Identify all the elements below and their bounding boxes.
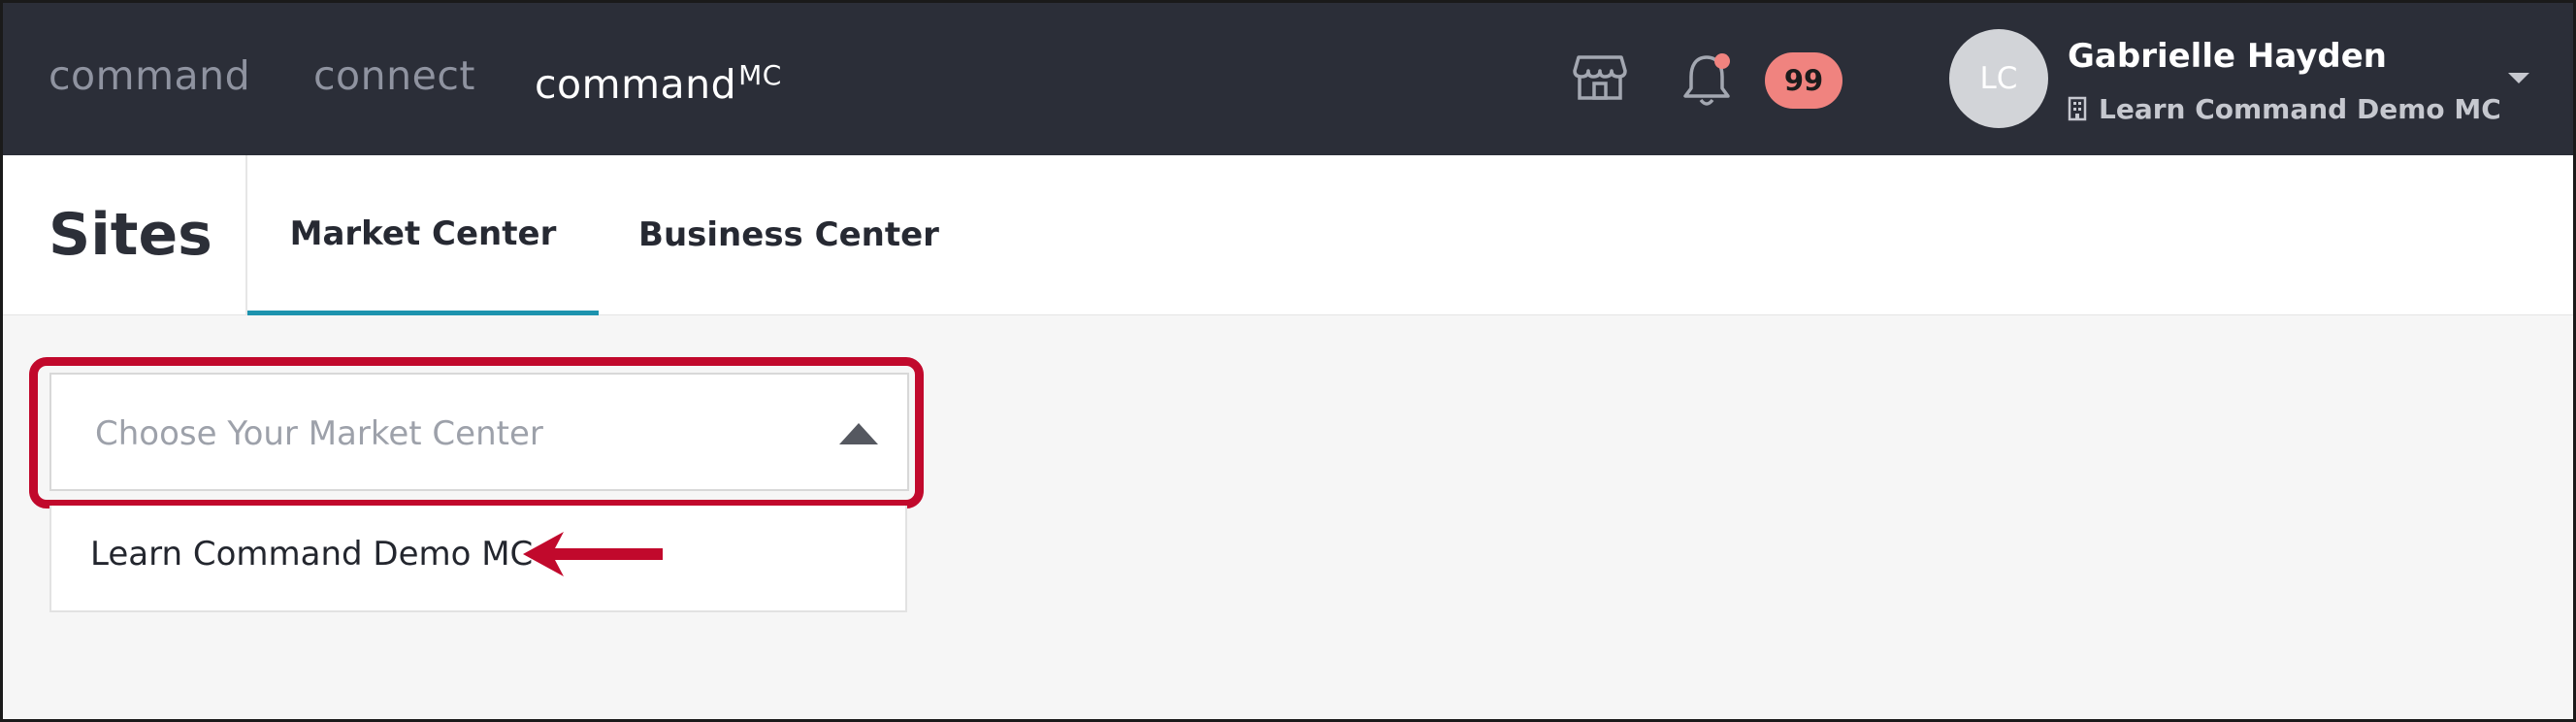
store-icon[interactable] — [1573, 53, 1627, 102]
building-icon — [2068, 96, 2087, 121]
user-org-label: Learn Command Demo MC — [2099, 93, 2501, 125]
nav-link-command-mc[interactable]: commandMC — [535, 51, 782, 109]
nav-link-command[interactable]: command — [49, 51, 250, 100]
nav-link-connect[interactable]: connect — [313, 51, 475, 100]
tab-market-center[interactable]: Market Center — [247, 155, 599, 315]
user-name[interactable]: Gabrielle Hayden — [2068, 36, 2387, 77]
dropdown-option-learn-command-demo-mc[interactable]: Learn Command Demo MC — [90, 533, 533, 575]
avatar[interactable]: LC — [1949, 29, 2048, 128]
nav-link-command-mc-label: command — [535, 61, 737, 108]
market-center-dropdown-menu: Learn Command Demo MC — [49, 506, 907, 612]
bell-icon[interactable] — [1679, 51, 1734, 110]
market-center-select[interactable]: Choose Your Market Center — [49, 373, 909, 491]
page-title: Sites — [49, 201, 212, 269]
page-header: Sites Market Center Business Center — [3, 155, 2573, 315]
top-navigation: command connect commandMC 99 LC Gabriell… — [3, 3, 2573, 155]
tab-business-center[interactable]: Business Center — [599, 155, 979, 315]
app-window: command connect commandMC 99 LC Gabriell… — [0, 0, 2576, 722]
select-placeholder: Choose Your Market Center — [95, 414, 543, 453]
annotation-arrow-icon — [523, 532, 663, 576]
notification-count-badge[interactable]: 99 — [1765, 52, 1842, 109]
chevron-up-icon[interactable] — [839, 423, 878, 444]
user-org[interactable]: Learn Command Demo MC — [2068, 92, 2501, 127]
chevron-down-icon[interactable] — [2508, 73, 2529, 83]
nav-link-mc-superscript: MC — [738, 59, 782, 91]
